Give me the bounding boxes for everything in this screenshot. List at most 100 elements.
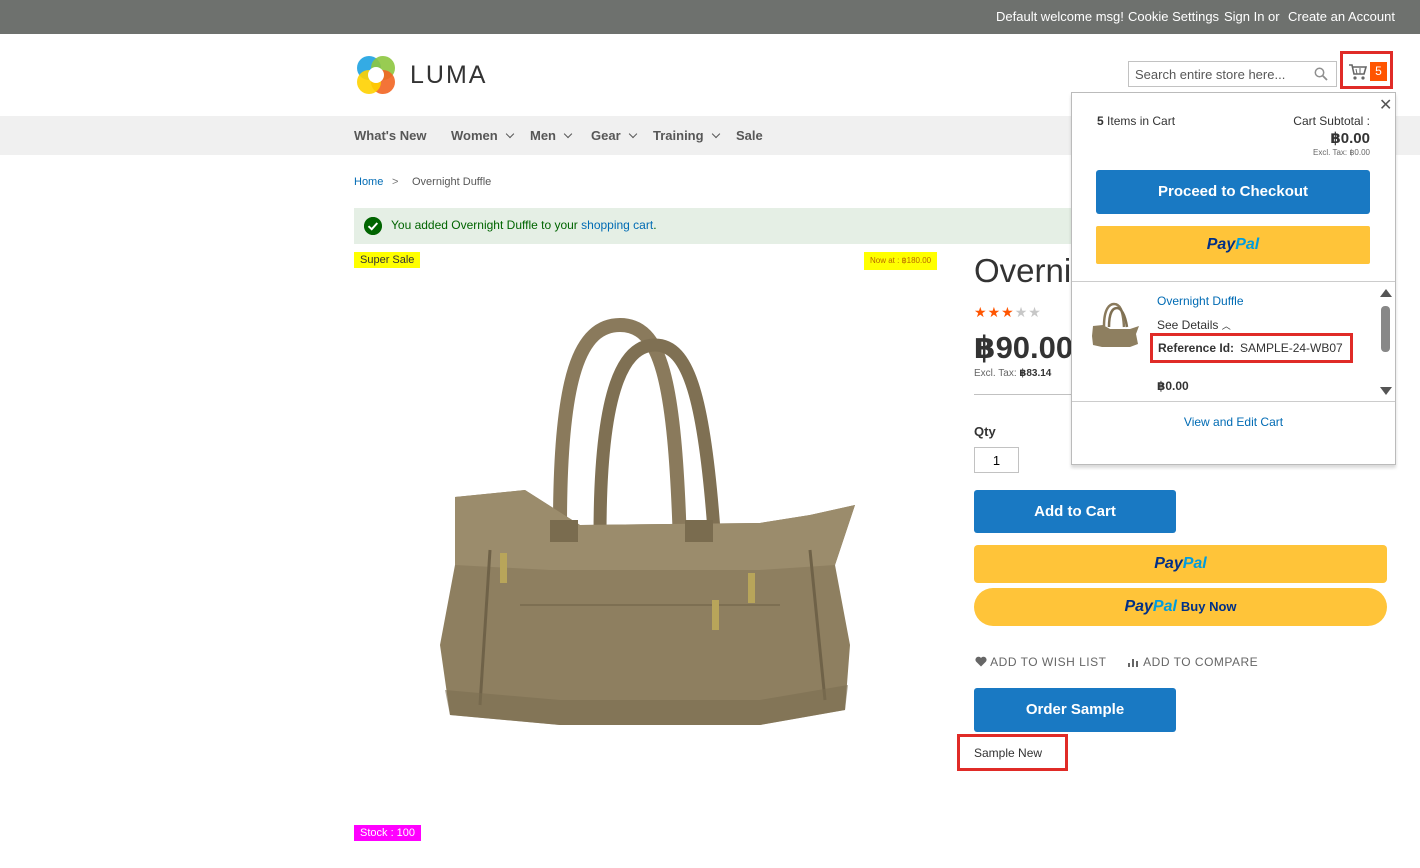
close-icon[interactable]: ✕ xyxy=(1379,95,1392,115)
order-sample-button[interactable]: Order Sample xyxy=(974,688,1176,732)
nav-label: Men xyxy=(530,128,556,143)
chevron-down-icon xyxy=(628,129,637,139)
wishlist-label: ADD TO WISH LIST xyxy=(990,655,1107,669)
now-at-price-badge: Now at : ฿180.00 xyxy=(864,252,938,270)
excl-tax-value: ฿83.14 xyxy=(1019,368,1052,379)
breadcrumb-current: Overnight Duffle xyxy=(412,176,492,188)
star-filled-icon: ★ xyxy=(974,304,988,320)
view-and-edit-cart-link[interactable]: View and Edit Cart xyxy=(1072,415,1395,429)
nav-item-women[interactable]: Women xyxy=(451,128,514,143)
add-to-cart-button[interactable]: Add to Cart xyxy=(974,490,1176,533)
cookie-settings-link[interactable]: Cookie Settings xyxy=(1128,9,1219,24)
qty-input[interactable] xyxy=(974,447,1019,473)
paypal-brand-pal: Pal xyxy=(1235,236,1260,253)
items-count-label: Items in Cart xyxy=(1107,114,1176,128)
minicart-paypal-button[interactable]: PayPal xyxy=(1096,226,1370,264)
scroll-down-arrow-icon[interactable] xyxy=(1380,387,1392,395)
search-input[interactable] xyxy=(1129,62,1307,86)
paypal-brand-pal: Pal xyxy=(1182,555,1207,572)
see-details-toggle[interactable]: See Details ︿ xyxy=(1157,318,1231,332)
luma-logo-icon[interactable] xyxy=(354,53,398,97)
scroll-up-arrow-icon[interactable] xyxy=(1380,289,1392,297)
breadcrumb-separator: > xyxy=(392,176,399,188)
cart-item-name-link[interactable]: Overnight Duffle xyxy=(1157,294,1244,308)
sign-in-link[interactable]: Sign In xyxy=(1224,9,1264,24)
product-title: Overni xyxy=(974,252,1072,289)
nav-item-whats-new[interactable]: What's New xyxy=(354,128,426,143)
paypal-brand-pay: Pay xyxy=(1154,555,1183,572)
reference-id-value: SAMPLE-24-WB07 xyxy=(1240,341,1343,355)
nav-item-sale[interactable]: Sale xyxy=(736,128,763,143)
nav-label: Training xyxy=(653,128,704,143)
cart-count-badge: 5 xyxy=(1370,62,1387,81)
minicart-items-count: 5 Items in Cart xyxy=(1097,114,1175,128)
rating-stars[interactable]: ★★★★★ xyxy=(974,304,1042,321)
paypal-brand-pal: Pal xyxy=(1152,598,1177,615)
top-bar: Default welcome msg! Cookie Settings Sig… xyxy=(0,0,1420,34)
paypal-checkout-button[interactable]: PayPal xyxy=(974,545,1387,583)
paypal-brand-pay: Pay xyxy=(1124,598,1153,615)
add-to-wishlist-link[interactable]: ADD TO WISH LIST xyxy=(975,655,1106,669)
create-account-link[interactable]: Create an Account xyxy=(1288,9,1395,24)
minicart-button[interactable]: 5 xyxy=(1340,51,1393,89)
heart-icon xyxy=(975,656,987,667)
nav-item-gear[interactable]: Gear xyxy=(591,128,637,143)
excl-tax-label: Excl. Tax: xyxy=(974,368,1017,379)
sample-new-highlight: Sample New xyxy=(957,734,1068,771)
divider xyxy=(1072,401,1395,402)
buy-now-label: Buy Now xyxy=(1180,599,1237,614)
star-empty-icon: ★ xyxy=(1014,304,1029,320)
compare-label: ADD TO COMPARE xyxy=(1143,655,1259,669)
paypal-buy-now-button[interactable]: PayPal Buy Now xyxy=(974,588,1387,626)
add-to-compare-link[interactable]: ADD TO COMPARE xyxy=(1128,655,1258,669)
nav-item-men[interactable]: Men xyxy=(530,128,573,143)
sample-new-label: Sample New xyxy=(974,746,1043,760)
cart-item-thumbnail[interactable] xyxy=(1090,300,1142,352)
compare-icon xyxy=(1128,659,1138,667)
star-filled-icon: ★ xyxy=(987,304,1002,320)
checkmark-icon xyxy=(364,217,382,235)
welcome-message: Default welcome msg! xyxy=(996,9,1124,24)
paypal-brand-pay: Pay xyxy=(1206,236,1236,253)
subtotal-value: ฿0.00 xyxy=(1330,130,1370,147)
nav-label: What's New xyxy=(354,128,427,143)
shopping-cart-link[interactable]: shopping cart xyxy=(581,218,653,232)
chevron-down-icon xyxy=(563,129,573,139)
cart-icon xyxy=(1349,64,1368,80)
scrollbar-thumb[interactable] xyxy=(1381,306,1390,352)
success-message: You added Overnight Duffle to your shopp… xyxy=(354,208,1074,244)
nav-item-training[interactable]: Training xyxy=(653,128,720,143)
reference-id-label: Reference Id: xyxy=(1158,341,1235,355)
reference-id-highlight: Reference Id: SAMPLE-24-WB07 xyxy=(1150,333,1353,363)
chevron-down-icon xyxy=(711,129,720,139)
super-sale-badge: Super Sale xyxy=(354,252,421,268)
or-text: or xyxy=(1268,9,1280,24)
star-empty-icon: ★ xyxy=(1028,304,1042,320)
items-count-number: 5 xyxy=(1097,114,1104,128)
subtotal-excl-tax: Excl. Tax: ฿0.00 xyxy=(1313,148,1370,157)
stock-badge: Stock : 100 xyxy=(354,825,422,841)
divider xyxy=(1072,281,1395,282)
subtotal-label: Cart Subtotal : xyxy=(1293,114,1370,128)
minicart-dropdown: ✕ 5 Items in Cart Cart Subtotal : ฿0.00 … xyxy=(1071,92,1396,465)
product-image[interactable] xyxy=(430,315,870,735)
product-price: ฿90.00 xyxy=(974,330,1072,365)
chevron-up-icon: ︿ xyxy=(1221,321,1231,331)
message-text: You added Overnight Duffle to your xyxy=(391,218,582,232)
success-message-text: You added Overnight Duffle to your shopp… xyxy=(391,218,657,232)
breadcrumb-home-link[interactable]: Home xyxy=(354,176,383,188)
qty-label: Qty xyxy=(974,424,996,439)
logo-text[interactable]: LUMA xyxy=(410,61,487,90)
chevron-down-icon xyxy=(505,129,514,139)
cart-item-price: ฿0.00 xyxy=(1157,379,1189,393)
excl-tax-price: Excl. Tax: ฿83.14 xyxy=(974,368,1051,379)
nav-label: Sale xyxy=(736,128,763,143)
divider xyxy=(974,394,1074,395)
proceed-to-checkout-button[interactable]: Proceed to Checkout xyxy=(1096,170,1370,214)
nav-label: Women xyxy=(451,128,498,143)
search-box xyxy=(1128,61,1337,87)
search-icon[interactable] xyxy=(1314,67,1328,81)
see-details-label: See Details xyxy=(1157,318,1219,332)
star-filled-icon: ★ xyxy=(1001,304,1015,320)
reference-id: Reference Id: SAMPLE-24-WB07 xyxy=(1158,341,1343,355)
